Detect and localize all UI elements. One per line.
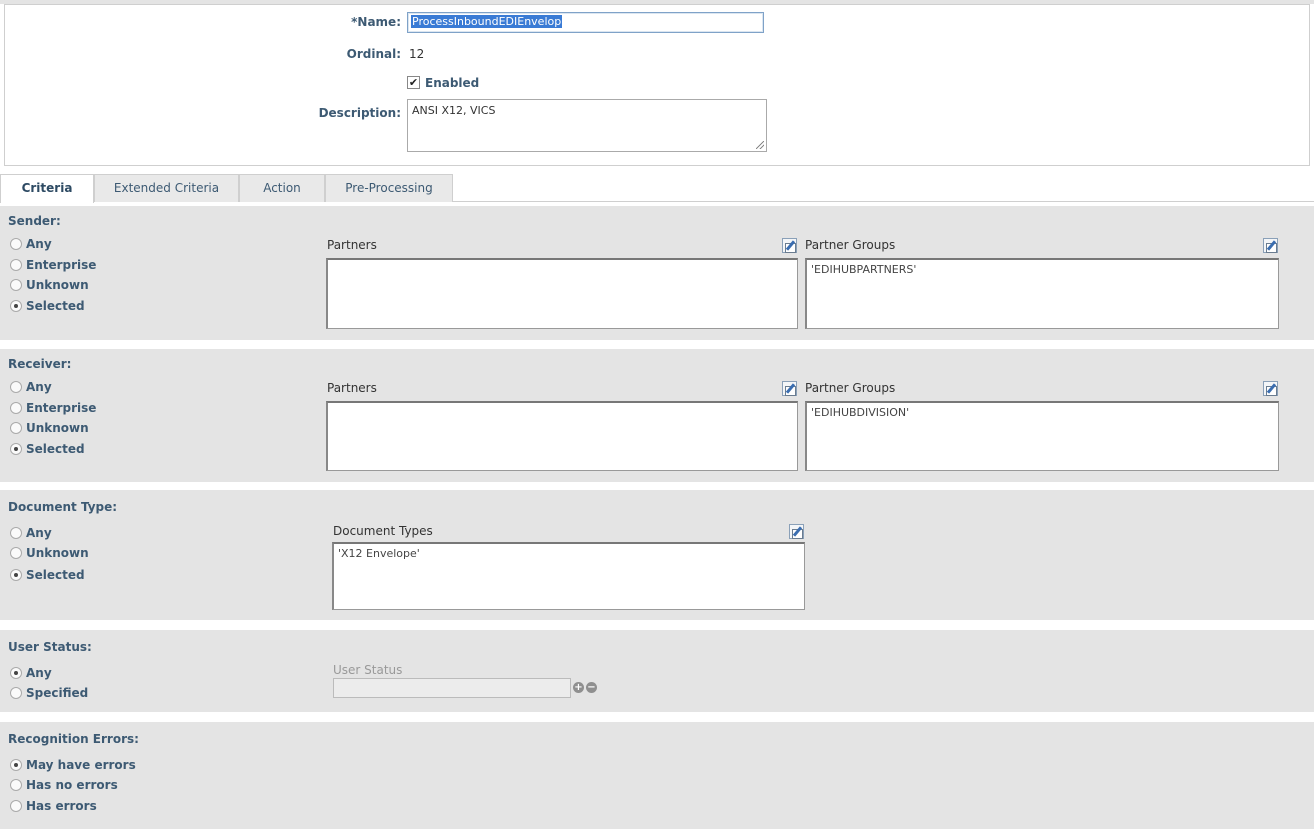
receiver-title: Receiver:	[8, 357, 72, 371]
name-input[interactable]: ProcessInboundEDIEnvelop	[407, 12, 764, 33]
sender-radio-selected[interactable]: Selected	[10, 298, 85, 314]
recog-radio-may-have-errors[interactable]: May have errors	[10, 757, 136, 773]
sender-panel: Sender: Any Enterprise Unknown Selected …	[0, 206, 1314, 340]
radio-icon	[10, 800, 22, 812]
receiver-panel: Receiver: Any Enterprise Unknown Selecte…	[0, 349, 1314, 482]
receiver-radio-unknown[interactable]: Unknown	[10, 420, 89, 436]
receiver-groups-list[interactable]: 'EDIHUBDIVISION'	[805, 401, 1279, 471]
recog-radio-has-no-errors[interactable]: Has no errors	[10, 777, 118, 793]
receiver-radio-selected[interactable]: Selected	[10, 441, 85, 457]
edit-icon[interactable]	[782, 238, 797, 253]
recognition-errors-title: Recognition Errors:	[8, 732, 139, 746]
receiver-partners-label: Partners	[327, 381, 377, 395]
sender-groups-label: Partner Groups	[805, 238, 896, 252]
resize-grip-icon[interactable]	[756, 141, 764, 149]
userstatus-radio-specified[interactable]: Specified	[10, 685, 88, 701]
tab-action[interactable]: Action	[239, 174, 325, 202]
name-label: *Name:	[351, 15, 401, 29]
sender-partners-list[interactable]	[326, 258, 798, 329]
sender-radio-enterprise[interactable]: Enterprise	[10, 257, 96, 273]
doctype-radio-selected[interactable]: Selected	[10, 567, 85, 583]
radio-icon	[10, 527, 22, 539]
radio-icon	[10, 547, 22, 559]
plus-circle-icon[interactable]: +	[573, 682, 584, 693]
recognition-errors-panel: Recognition Errors: May have errors Has …	[0, 722, 1314, 829]
receiver-partners-list[interactable]	[326, 401, 798, 471]
radio-icon	[10, 422, 22, 434]
tab-bar: Criteria Extended Criteria Action Pre-Pr…	[0, 174, 1314, 203]
radio-icon	[10, 687, 22, 699]
doctype-radio-any[interactable]: Any	[10, 525, 52, 541]
description-label: Description:	[318, 106, 401, 120]
description-textarea[interactable]: ANSI X12, VICS	[407, 99, 767, 152]
user-status-field-label: User Status	[333, 663, 403, 677]
recog-radio-has-errors[interactable]: Has errors	[10, 798, 97, 814]
receiver-groups-label: Partner Groups	[805, 381, 896, 395]
radio-icon	[10, 381, 22, 393]
document-type-panel: Document Type: Any Unknown Selected Docu…	[0, 490, 1314, 620]
radio-icon	[10, 279, 22, 291]
document-types-label: Document Types	[333, 524, 433, 538]
description-value: ANSI X12, VICS	[412, 104, 496, 117]
userstatus-radio-any[interactable]: Any	[10, 665, 52, 681]
edit-icon[interactable]	[1263, 238, 1278, 253]
minus-circle-icon[interactable]: −	[586, 682, 597, 693]
tab-extended-criteria[interactable]: Extended Criteria	[94, 174, 239, 202]
document-types-list[interactable]: 'X12 Envelope'	[332, 542, 805, 610]
radio-selected-icon	[10, 667, 22, 679]
sender-radio-any[interactable]: Any	[10, 236, 52, 252]
radio-icon	[10, 238, 22, 250]
user-status-title: User Status:	[8, 640, 92, 654]
sender-partners-label: Partners	[327, 238, 377, 252]
ordinal-label: Ordinal:	[346, 47, 401, 61]
doctype-radio-unknown[interactable]: Unknown	[10, 545, 89, 561]
radio-icon	[10, 259, 22, 271]
user-status-input	[333, 678, 571, 698]
receiver-radio-enterprise[interactable]: Enterprise	[10, 400, 96, 416]
edit-icon[interactable]	[1263, 381, 1278, 396]
tab-pre-processing[interactable]: Pre-Processing	[325, 174, 453, 202]
name-value: ProcessInboundEDIEnvelop	[411, 15, 563, 28]
edit-icon[interactable]	[782, 381, 797, 396]
document-type-title: Document Type:	[8, 500, 118, 514]
enabled-checkbox[interactable]: ✔	[407, 76, 420, 89]
ordinal-value: 12	[409, 47, 425, 61]
radio-selected-icon	[10, 569, 22, 581]
radio-selected-icon	[10, 759, 22, 771]
radio-icon	[10, 779, 22, 791]
receiver-radio-any[interactable]: Any	[10, 379, 52, 395]
sender-title: Sender:	[8, 214, 61, 228]
radio-selected-icon	[10, 300, 22, 312]
user-status-panel: User Status: Any Specified User Status +…	[0, 630, 1314, 712]
sender-radio-unknown[interactable]: Unknown	[10, 277, 89, 293]
tab-criteria[interactable]: Criteria	[0, 174, 94, 203]
sender-groups-list[interactable]: 'EDIHUBPARTNERS'	[805, 258, 1279, 329]
radio-selected-icon	[10, 443, 22, 455]
edit-icon[interactable]	[789, 524, 804, 539]
radio-icon	[10, 402, 22, 414]
enabled-label: Enabled	[425, 76, 480, 90]
